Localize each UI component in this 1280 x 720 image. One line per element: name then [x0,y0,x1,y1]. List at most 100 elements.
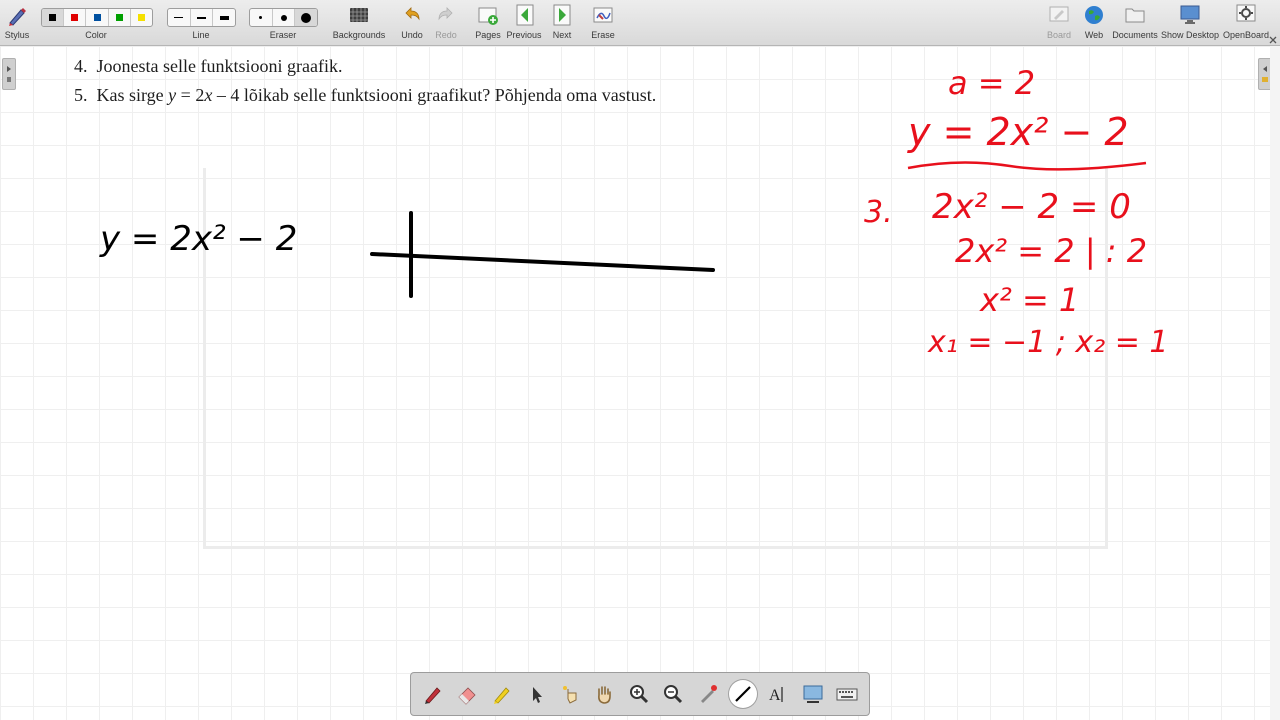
folder-icon [1125,8,1145,23]
red-function: y = 2x² − 2 [907,110,1129,154]
color-swatch [115,14,123,21]
erase-board-icon [593,7,613,23]
backgrounds-label: Backgrounds [332,30,386,40]
line-medium-option[interactable] [191,9,214,26]
zoom-in-icon [630,685,649,704]
zoom-out-button[interactable] [659,680,687,708]
marker-icon [494,687,510,704]
text-icon: A [769,687,783,704]
color-swatch [71,14,79,21]
add-page-icon [478,7,498,25]
color-swatch [49,14,57,21]
color-swatch [137,14,145,21]
monitor-icon [1180,5,1200,24]
step-divide-equation: 2x² = 2 | : 2 [955,232,1147,270]
left-panel-arrow-icon [7,66,11,82]
gear-icon [1236,4,1256,22]
handwriting-layer: y = 2x² − 2 a = 2 y = 2x² − 2 3. 2x² − 2… [99,64,1168,360]
color-swatch [93,14,101,21]
redo-icon [438,7,453,21]
color-selector [41,8,153,27]
stylus-icon [9,8,26,26]
keyboard-tool-button[interactable] [833,680,861,708]
openboard-label: OpenBoard [1222,30,1270,40]
select-tool-button[interactable] [522,680,550,708]
eraser-icon [458,687,476,705]
laser-icon [701,685,717,703]
globe-icon [1085,6,1103,24]
keyboard-icon [836,688,858,701]
web-label: Web [1084,30,1104,40]
eraser-label: Eraser [269,30,297,40]
x-squared-equation: x² = 1 [979,281,1079,319]
line-medium-glyph [197,16,206,19]
pages-label: Pages [475,30,501,40]
pen-icon [425,687,441,704]
hand-tool-button[interactable] [590,680,618,708]
close-icon [1269,36,1277,44]
black-equation: y = 2x² − 2 [99,219,297,259]
hand-icon [598,686,611,704]
next-page-icon [553,4,571,26]
pen-tool-button[interactable] [419,680,447,708]
pointer-icon [533,687,542,703]
left-panel-toggle[interactable] [2,58,16,90]
step-3-equation: 2x² − 2 = 0 [932,187,1131,227]
close-window-button[interactable] [1268,32,1278,44]
documents-label: Documents [1112,30,1158,40]
capture-tool-button[interactable] [799,680,827,708]
eraser-small-option[interactable] [250,9,273,26]
eraser-medium-glyph [280,14,287,21]
capture-icon [803,685,823,703]
laser-pointer-icon [563,686,577,704]
color-blue-option[interactable] [86,9,109,26]
red-a-value: a = 2 [948,64,1035,102]
board-icon [1049,6,1069,22]
redo-label: Redo [435,30,457,40]
undo-label: Undo [401,30,423,40]
red-underline [907,161,1147,171]
board-label: Board [1046,30,1072,40]
zoom-in-button[interactable] [625,680,653,708]
eraser-size-selector [249,8,318,27]
color-red-option[interactable] [64,9,87,26]
next-label: Next [552,30,572,40]
line-label: Line [192,30,210,40]
eraser-large-glyph [301,12,312,23]
stylus-label: Stylus [4,30,30,40]
svg-text:A: A [769,687,781,704]
eraser-medium-option[interactable] [273,9,296,26]
show-desktop-label: Show Desktop [1160,30,1220,40]
eraser-tool-button[interactable] [453,680,481,708]
color-black-option[interactable] [42,9,65,26]
line-thick-option[interactable] [213,9,235,26]
stylus-palette: A [410,672,870,716]
color-green-option[interactable] [109,9,131,26]
color-label: Color [85,30,107,40]
step-3-number: 3. [864,195,893,230]
laser-tool-button[interactable] [694,680,722,708]
draw-line-icon [735,686,751,702]
whiteboard-canvas[interactable]: 4. Joonesta selle funktsiooni graafik. 5… [0,46,1272,720]
interact-tool-button[interactable] [556,680,584,708]
color-yellow-option[interactable] [131,9,152,26]
erase-label: Erase [591,30,615,40]
marker-tool-button[interactable] [488,680,516,708]
line-thick-glyph [219,15,229,20]
roots-equation: x₁ = −1 ; x₂ = 1 [927,325,1168,360]
line-width-selector [167,8,236,27]
undo-icon [405,7,420,21]
line-thin-glyph [174,17,184,18]
vertical-scrollbar[interactable] [1270,46,1280,720]
eraser-large-option[interactable] [295,9,317,26]
x-axis-stroke [370,252,715,272]
previous-label: Previous [506,30,542,40]
previous-page-icon [516,4,534,26]
text-tool-button[interactable]: A [764,680,792,708]
main-toolbar: Stylus Color Line Eraser Backgrounds Und… [0,0,1280,46]
zoom-out-icon [664,685,683,704]
line-thin-option[interactable] [168,9,191,26]
backgrounds-icon [350,8,368,22]
line-tool-button[interactable] [729,680,757,708]
eraser-small-glyph [259,16,263,19]
